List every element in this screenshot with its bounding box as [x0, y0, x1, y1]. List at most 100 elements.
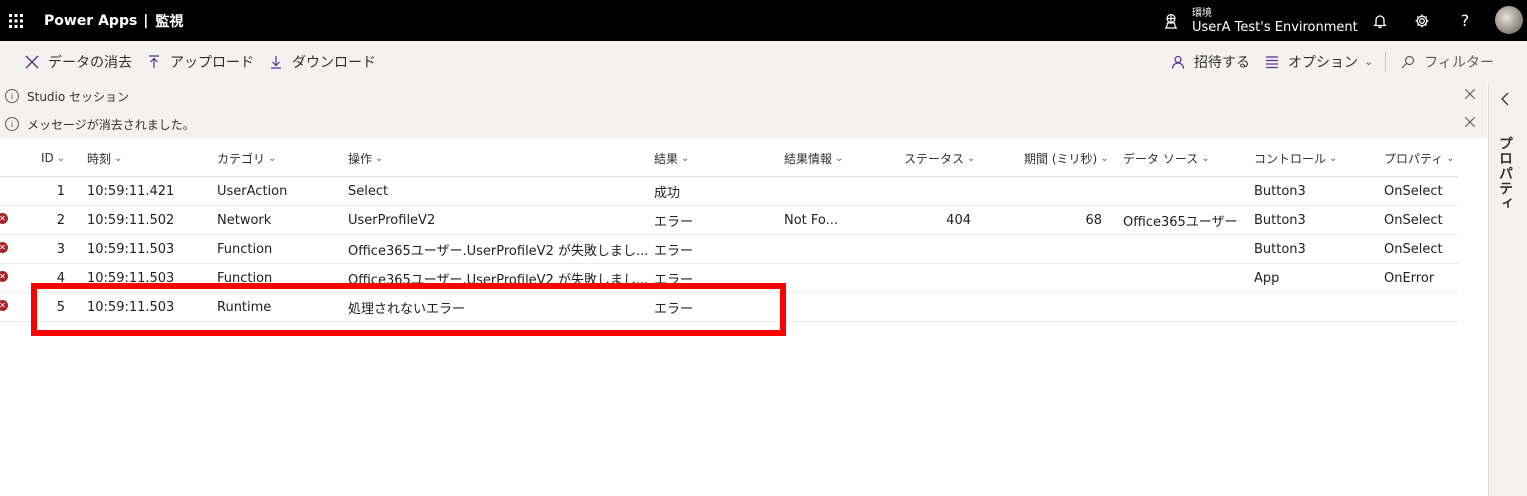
command-bar-right: 招待する オプション ⌄ フィルター [1162, 41, 1500, 82]
invite-button[interactable]: 招待する [1162, 41, 1256, 82]
table-row[interactable]: ✕ 3 10:59:11.503 Function Office365ユーザー.User… [0, 235, 1458, 264]
chevron-down-icon: ⌄ [114, 152, 123, 164]
column-header-operation[interactable]: 操作 ⌄ [348, 140, 383, 176]
app-name[interactable]: Power Apps [44, 13, 137, 29]
filter-button[interactable]: フィルター [1392, 41, 1500, 82]
chevron-down-icon: ⌄ [1100, 152, 1109, 164]
cell-category: UserAction [217, 184, 288, 199]
upload-arrow-icon [144, 52, 164, 72]
table-row[interactable]: 1 10:59:11.421 UserAction Select 成功 Button3 On… [0, 177, 1458, 206]
cell-operation: Select [348, 184, 389, 199]
chevron-down-icon: ⌄ [967, 152, 976, 164]
cell-property: OnSelect [1384, 184, 1443, 199]
options-label: オプション [1288, 54, 1358, 71]
environment-name: UserA Test's Environment [1192, 19, 1358, 35]
cell-id: 1 [56, 184, 65, 199]
chevron-down-icon: ⌄ [835, 152, 844, 164]
cell-result: 成功 [654, 186, 681, 201]
close-icon [22, 52, 42, 72]
cell-data-source: Office365ユーザー [1123, 215, 1238, 230]
chevron-down-icon: ⌄ [1201, 152, 1210, 164]
cell-result-info [784, 177, 894, 206]
chevron-down-icon: ⌄ [1446, 152, 1455, 164]
options-button[interactable]: オプション ⌄ [1256, 41, 1379, 82]
column-header-id[interactable]: ID ⌄ [41, 140, 65, 176]
cell-duration [1000, 293, 1102, 322]
notifications-button[interactable] [1360, 0, 1400, 41]
cell-result: エラー [654, 215, 694, 230]
cell-duration [1000, 177, 1102, 206]
environment-label: 環境 [1192, 7, 1212, 19]
column-header-result-info[interactable]: 結果情報 ⌄ [784, 140, 843, 176]
environment-picker[interactable]: 環境 UserA Test's Environment [1158, 0, 1358, 41]
cell-control: Button3 [1254, 184, 1306, 199]
settings-button[interactable] [1402, 0, 1442, 41]
table-header: ID ⌄ 時刻 ⌄ カテゴリ ⌄ 操作 ⌄ 結果 ⌄ 結果情報 ⌄ ステータス ⌄ 期間 (ミ… [0, 140, 1487, 176]
chevron-down-icon: ⌄ [375, 152, 384, 164]
properties-panel-label[interactable]: プロパティ [1495, 136, 1515, 211]
column-header-time[interactable]: 時刻 ⌄ [87, 140, 122, 176]
cell-status [880, 177, 971, 206]
clear-data-button[interactable]: データの消去 [16, 41, 138, 82]
cell-data-source [1123, 177, 1248, 206]
gear-icon [1415, 14, 1429, 27]
cell-category: Function [217, 242, 273, 257]
upload-label: アップロード [170, 54, 254, 71]
filter-label: フィルター [1424, 54, 1494, 71]
info-icon: i [5, 89, 19, 103]
column-header-control[interactable]: コントロール ⌄ [1254, 140, 1337, 176]
column-header-duration[interactable]: 期間 (ミリ秒) ⌄ [1024, 140, 1109, 176]
cell-status [880, 235, 971, 264]
close-icon[interactable] [1464, 88, 1479, 102]
cell-operation: Office365ユーザー.UserProfileV2 が失敗しまし... [348, 244, 648, 259]
message-text: Studio セッション [27, 89, 130, 104]
top-header: Power Apps | 監視 環境 UserA Test's Environm… [0, 0, 1527, 41]
message-text: メッセージが消去されました。 [27, 117, 195, 132]
cell-control: Button3 [1254, 242, 1306, 257]
clear-data-label: データの消去 [48, 54, 132, 71]
chevron-left-icon[interactable] [1500, 92, 1516, 108]
user-avatar[interactable] [1495, 6, 1523, 34]
info-icon: i [5, 117, 19, 131]
cell-data-source [1123, 235, 1248, 264]
close-icon[interactable] [1464, 116, 1479, 130]
cell-operation: UserProfileV2 [348, 213, 436, 228]
column-header-data-source[interactable]: データ ソース ⌄ [1123, 140, 1210, 176]
column-header-result[interactable]: 結果 ⌄ [654, 140, 689, 176]
cell-duration: 68 [1085, 213, 1102, 228]
cell-control: Button3 [1254, 213, 1306, 228]
properties-panel: プロパティ [1488, 82, 1527, 496]
search-icon [1398, 52, 1418, 72]
title-separator: | [143, 12, 149, 29]
column-header-category[interactable]: カテゴリ ⌄ [217, 140, 276, 176]
options-lines-icon [1262, 52, 1282, 72]
question-mark-icon: ? [1460, 11, 1470, 30]
chevron-down-icon: ⌄ [268, 152, 277, 164]
table-row[interactable]: ✕ 2 10:59:11.502 Network UserProfileV2 エラー Not… [0, 206, 1458, 235]
cell-data-source [1123, 293, 1248, 322]
column-header-status[interactable]: ステータス ⌄ [904, 140, 975, 176]
error-icon: ✕ [0, 300, 8, 311]
bell-icon [1373, 14, 1387, 28]
cell-result-info: Not Fo... [784, 213, 839, 228]
download-label: ダウンロード [292, 54, 376, 71]
person-icon [1168, 52, 1188, 72]
help-button[interactable]: ? [1445, 0, 1485, 41]
cell-time: 10:59:11.502 [87, 213, 175, 228]
command-separator [1385, 51, 1387, 72]
column-header-property[interactable]: プロパティ ⌄ [1384, 140, 1455, 176]
cell-result-info [784, 235, 894, 264]
upload-button[interactable]: アップロード [138, 41, 260, 82]
cell-time: 10:59:11.503 [87, 242, 175, 257]
error-icon: ✕ [0, 213, 8, 224]
cell-property: OnSelect [1384, 242, 1443, 257]
message-bar-studio-session: i Studio セッション [0, 82, 1487, 110]
cell-control: App [1254, 271, 1280, 286]
invite-label: 招待する [1194, 54, 1250, 71]
cell-id: 2 [56, 213, 65, 228]
error-icon: ✕ [0, 271, 8, 282]
cell-data-source [1123, 264, 1248, 293]
cell-property: OnError [1384, 271, 1435, 286]
app-launcher-button[interactable] [0, 0, 32, 41]
download-button[interactable]: ダウンロード [260, 41, 382, 82]
